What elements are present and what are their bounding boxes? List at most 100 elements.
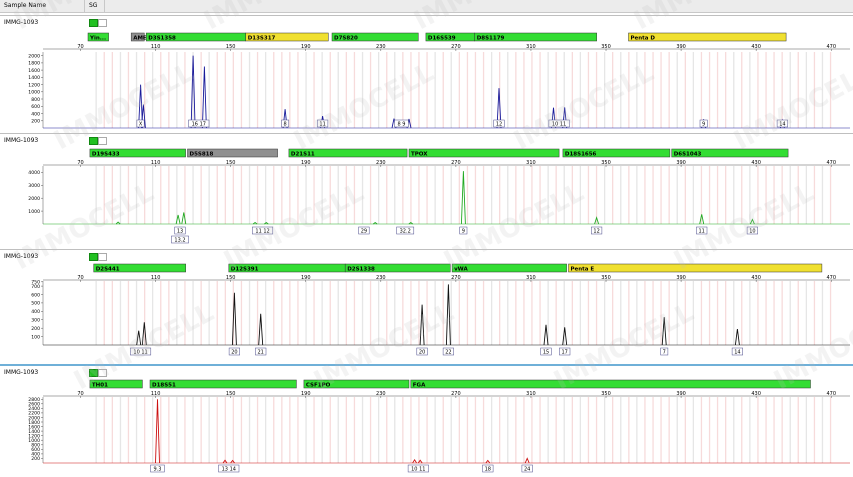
allele-bin [571, 52, 573, 128]
allele-bin [273, 166, 275, 224]
x-tick-label: 390 [676, 391, 686, 397]
allele-label: 13.2 [174, 237, 185, 243]
allele-bin [829, 52, 832, 128]
x-tick-label: 70 [77, 391, 83, 397]
allele-bin [458, 397, 460, 463]
allele-bin [281, 397, 283, 463]
allele-bin [119, 52, 122, 128]
allele-bin [248, 166, 251, 224]
allele-bin [555, 166, 557, 224]
allele-bin [781, 166, 783, 224]
allele-bin [410, 397, 412, 463]
allele-bin [660, 166, 662, 224]
allele-label: 14 [734, 349, 740, 355]
allele-bin [361, 281, 364, 345]
allele-bin [474, 166, 477, 224]
allele-bin [692, 52, 694, 128]
x-tick-label: 390 [676, 44, 686, 50]
allele-bin [256, 397, 259, 463]
x-tick-label: 350 [601, 275, 611, 281]
sample-name-column-header[interactable]: Sample Name [4, 2, 46, 9]
allele-bin [692, 397, 694, 463]
locus-name: Penta D [631, 35, 656, 41]
x-tick-label: 470 [826, 44, 836, 50]
allele-bin [208, 281, 210, 345]
allele-bin [466, 166, 469, 224]
allele-bin [111, 281, 113, 345]
allele-bin [232, 166, 234, 224]
electropherogram-plot[interactable]: D19S433 D5S818 D21S11 TPOX D18S1656 D6S1043 70… [0, 134, 853, 249]
allele-bin [652, 166, 654, 224]
column-divider [104, 0, 105, 12]
x-tick-label: 270 [451, 160, 461, 166]
allele-bin [386, 397, 388, 463]
allele-bin [466, 281, 469, 345]
allele-bin [757, 397, 759, 463]
allele-bin [418, 166, 420, 224]
locus-bar [451, 263, 567, 273]
x-tick-label: 110 [151, 160, 161, 166]
allele-bin [184, 52, 186, 128]
allele-bin [507, 281, 509, 345]
allele-bin [482, 52, 485, 128]
y-tick-label: 600 [31, 104, 40, 110]
allele-bin [321, 281, 323, 345]
allele-bin [184, 397, 186, 463]
allele-bin [378, 166, 380, 224]
x-tick-label: 110 [151, 275, 161, 281]
y-tick-label: 200 [31, 119, 40, 125]
allele-bin [781, 52, 783, 128]
allele-bin [757, 281, 759, 345]
x-tick-label: 230 [376, 160, 386, 166]
allele-bin [829, 397, 832, 463]
locus-name: D16S539 [428, 35, 456, 41]
allele-label: 20 [231, 349, 237, 355]
allele-bin [353, 281, 356, 345]
allele-label: 11 [699, 228, 705, 234]
x-tick-label: 430 [751, 160, 761, 166]
allele-bin [345, 281, 347, 345]
allele-bin [297, 166, 299, 224]
allele-bin [345, 166, 347, 224]
allele-bin [426, 166, 428, 224]
allele-bin [821, 52, 824, 128]
allele-bin [515, 166, 517, 224]
x-tick-label: 390 [676, 275, 686, 281]
allele-bin [725, 166, 727, 224]
allele-bin [716, 52, 719, 128]
electropherogram-plot[interactable]: TH01 D18S51 CSF1PO FGA 70 110 150 190 230 270 310 3… [0, 366, 853, 477]
allele-bin [676, 397, 678, 463]
allele-label: 10 11 [133, 349, 147, 355]
allele-bin [757, 166, 759, 224]
allele-bin [434, 52, 436, 128]
allele-bin [612, 166, 614, 224]
allele-bin [805, 397, 807, 463]
allele-bin [127, 52, 130, 128]
allele-label: 32.2 [400, 228, 411, 234]
allele-bin [402, 52, 404, 128]
allele-bin [797, 281, 799, 345]
allele-bin [821, 166, 824, 224]
allele-bin [555, 52, 557, 128]
allele-bin [668, 397, 670, 463]
allele-bin [394, 281, 396, 345]
allele-bin [628, 166, 630, 224]
allele-bin [176, 52, 178, 128]
allele-bin [708, 166, 711, 224]
allele-bin [741, 281, 743, 345]
allele-bin [152, 397, 154, 463]
allele-bin [499, 281, 501, 345]
peak [201, 66, 207, 129]
electropherogram-plot[interactable]: Yin... AMELD3S1358 D13S317 D7S820 D16S539 D8S… [0, 16, 853, 133]
allele-bin [305, 281, 307, 345]
allele-bin [652, 281, 654, 345]
allele-bin [410, 52, 412, 128]
peak [412, 458, 417, 464]
electropherogram-plot[interactable]: D2S441 D12S391 D2S1338 vWA Penta E 70 110 150 19… [0, 250, 853, 364]
allele-bin [224, 397, 226, 463]
allele-bin [111, 166, 113, 224]
allele-bin [208, 397, 210, 463]
allele-bin [563, 166, 565, 224]
allele-bin [240, 281, 243, 345]
y-tick-label: 1600 [28, 68, 40, 74]
